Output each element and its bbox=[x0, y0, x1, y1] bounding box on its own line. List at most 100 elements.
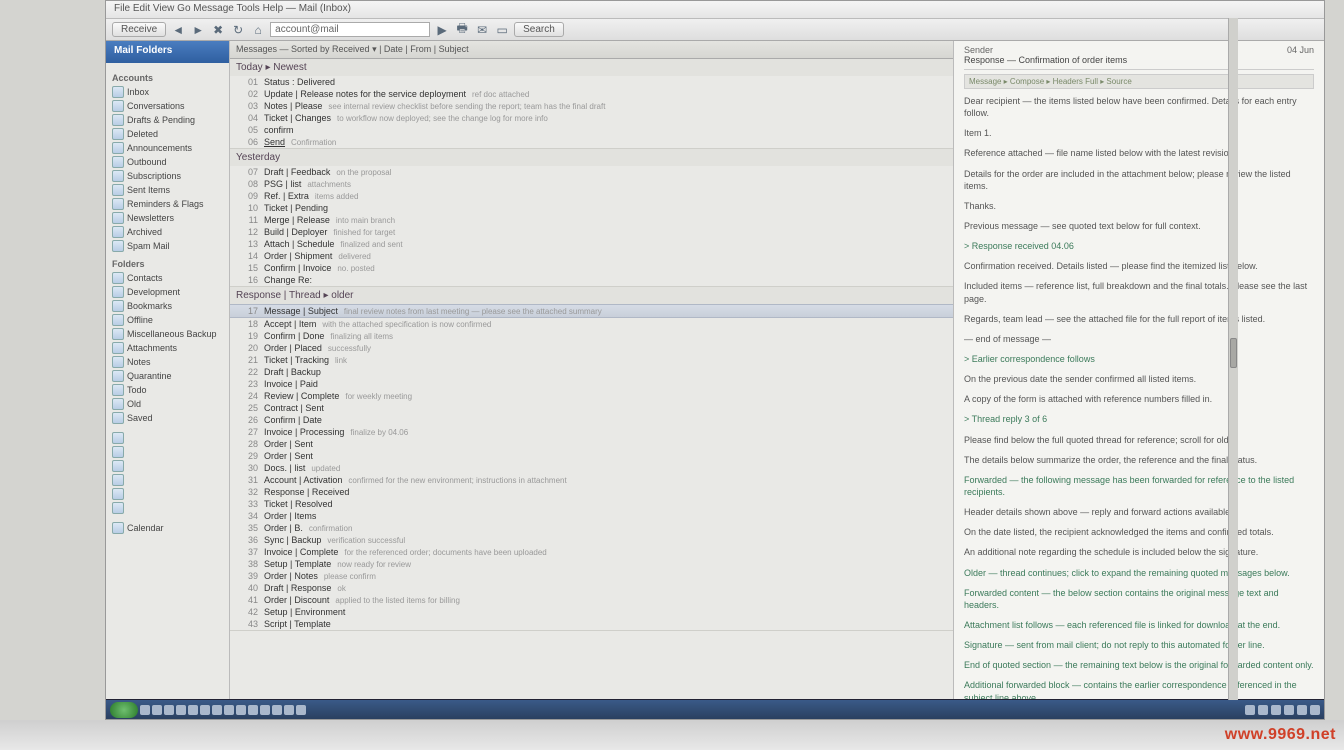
message-row[interactable]: 40Draft | Responseok bbox=[230, 582, 953, 594]
message-row[interactable]: 12Build | Deployerfinished for target bbox=[230, 226, 953, 238]
message-row[interactable]: 09Ref. | Extraitems added bbox=[230, 190, 953, 202]
sidebar-item[interactable] bbox=[106, 501, 229, 515]
message-row[interactable]: 14Order | Shipmentdelivered bbox=[230, 250, 953, 262]
sidebar-item[interactable]: Todo bbox=[106, 383, 229, 397]
taskbar-item[interactable] bbox=[284, 705, 294, 715]
taskbar-item[interactable] bbox=[248, 705, 258, 715]
list-group-header[interactable]: Today ▸ Newest bbox=[230, 59, 953, 76]
mail-icon[interactable]: ✉ bbox=[474, 22, 490, 38]
message-row[interactable]: 30Docs. | listupdated bbox=[230, 462, 953, 474]
home-icon[interactable]: ⌂ bbox=[250, 22, 266, 38]
sidebar-item[interactable]: Quarantine bbox=[106, 369, 229, 383]
message-row[interactable]: 13Attach | Schedulefinalized and sent bbox=[230, 238, 953, 250]
sidebar-item[interactable]: Notes bbox=[106, 355, 229, 369]
message-row[interactable]: 02Update | Release notes for the service… bbox=[230, 88, 953, 100]
taskbar-item[interactable] bbox=[188, 705, 198, 715]
taskbar[interactable] bbox=[106, 699, 1324, 719]
sidebar-item[interactable]: Miscellaneous Backup bbox=[106, 327, 229, 341]
message-row[interactable]: 06SendConfirmation bbox=[230, 136, 953, 148]
tray-icon[interactable] bbox=[1245, 705, 1255, 715]
message-row[interactable]: 29Order | Sent bbox=[230, 450, 953, 462]
taskbar-item[interactable] bbox=[296, 705, 306, 715]
sidebar-item[interactable]: Archived bbox=[106, 225, 229, 239]
tray-icon[interactable] bbox=[1310, 705, 1320, 715]
taskbar-item[interactable] bbox=[272, 705, 282, 715]
message-row[interactable]: 18Accept | Itemwith the attached specifi… bbox=[230, 318, 953, 330]
message-row[interactable]: 07Draft | Feedbackon the proposal bbox=[230, 166, 953, 178]
taskbar-item[interactable] bbox=[224, 705, 234, 715]
sidebar-item[interactable] bbox=[106, 473, 229, 487]
sidebar-item[interactable] bbox=[106, 459, 229, 473]
sidebar-item[interactable]: Newsletters bbox=[106, 211, 229, 225]
list-group-header[interactable]: Yesterday bbox=[230, 149, 953, 166]
stop-icon[interactable]: ✖ bbox=[210, 22, 226, 38]
card-icon[interactable]: ▭ bbox=[494, 22, 510, 38]
message-row[interactable]: 20Order | Placedsuccessfully bbox=[230, 342, 953, 354]
sidebar-item[interactable] bbox=[106, 445, 229, 459]
taskbar-item[interactable] bbox=[260, 705, 270, 715]
sidebar-item[interactable]: Drafts & Pending bbox=[106, 113, 229, 127]
message-row[interactable]: 43Script | Template bbox=[230, 618, 953, 630]
receive-button[interactable]: Receive bbox=[112, 22, 166, 37]
taskbar-item[interactable] bbox=[200, 705, 210, 715]
go-icon[interactable]: ▶ bbox=[434, 22, 450, 38]
message-row[interactable]: 34Order | Items bbox=[230, 510, 953, 522]
sidebar-item[interactable]: Offline bbox=[106, 313, 229, 327]
reload-icon[interactable]: ↻ bbox=[230, 22, 246, 38]
sidebar-item[interactable]: Reminders & Flags bbox=[106, 197, 229, 211]
sidebar-item[interactable]: Sent Items bbox=[106, 183, 229, 197]
sidebar-item[interactable]: Attachments bbox=[106, 341, 229, 355]
message-row[interactable]: 27Invoice | Processingfinalize by 04.06 bbox=[230, 426, 953, 438]
menu-bar[interactable]: File Edit View Go Message Tools Help — M… bbox=[106, 1, 1324, 19]
sidebar-item[interactable]: Old bbox=[106, 397, 229, 411]
sidebar-item[interactable]: Outbound bbox=[106, 155, 229, 169]
message-row[interactable]: 36Sync | Backupverification successful bbox=[230, 534, 953, 546]
list-group-header[interactable]: Response | Thread ▸ older bbox=[230, 287, 953, 304]
message-row[interactable]: 31Account | Activationconfirmed for the … bbox=[230, 474, 953, 486]
message-row[interactable]: 17Message | Subjectfinal review notes fr… bbox=[230, 304, 953, 318]
message-row[interactable]: 26Confirm | Date bbox=[230, 414, 953, 426]
sidebar-item[interactable] bbox=[106, 431, 229, 445]
sidebar-item[interactable]: Bookmarks bbox=[106, 299, 229, 313]
message-row[interactable]: 19Confirm | Donefinalizing all items bbox=[230, 330, 953, 342]
search-button[interactable]: Search bbox=[514, 22, 564, 37]
sidebar-item[interactable]: Saved bbox=[106, 411, 229, 425]
message-row[interactable]: 23Invoice | Paid bbox=[230, 378, 953, 390]
tray-icon[interactable] bbox=[1297, 705, 1307, 715]
message-row[interactable]: 35Order | B.confirmation bbox=[230, 522, 953, 534]
message-row[interactable]: 01Status : Delivered bbox=[230, 76, 953, 88]
message-row[interactable]: 25Contract | Sent bbox=[230, 402, 953, 414]
message-row[interactable]: 21Ticket | Trackinglink bbox=[230, 354, 953, 366]
sidebar-item[interactable]: Spam Mail bbox=[106, 239, 229, 253]
sidebar-item[interactable]: Inbox bbox=[106, 85, 229, 99]
address-field[interactable]: account@mail bbox=[270, 22, 430, 37]
scrollbar-thumb[interactable] bbox=[1230, 338, 1237, 368]
sidebar-item[interactable]: Announcements bbox=[106, 141, 229, 155]
sidebar-item[interactable]: Calendar bbox=[106, 521, 229, 535]
message-row[interactable]: 39Order | Notesplease confirm bbox=[230, 570, 953, 582]
message-row[interactable]: 11Merge | Releaseinto main branch bbox=[230, 214, 953, 226]
message-row[interactable]: 38Setup | Templatenow ready for review bbox=[230, 558, 953, 570]
tray-icon[interactable] bbox=[1284, 705, 1294, 715]
message-row[interactable]: 24Review | Completefor weekly meeting bbox=[230, 390, 953, 402]
sidebar-item[interactable]: Subscriptions bbox=[106, 169, 229, 183]
tray-icon[interactable] bbox=[1271, 705, 1281, 715]
message-row[interactable]: 03Notes | Pleasesee internal review chec… bbox=[230, 100, 953, 112]
taskbar-item[interactable] bbox=[152, 705, 162, 715]
back-icon[interactable]: ◄ bbox=[170, 22, 186, 38]
sidebar-item[interactable]: Conversations bbox=[106, 99, 229, 113]
taskbar-item[interactable] bbox=[176, 705, 186, 715]
list-column-header[interactable]: Messages — Sorted by Received ▾ | Date |… bbox=[230, 41, 953, 59]
forward-icon[interactable]: ► bbox=[190, 22, 206, 38]
taskbar-item[interactable] bbox=[164, 705, 174, 715]
message-row[interactable]: 42Setup | Environment bbox=[230, 606, 953, 618]
print-icon[interactable]: 🖶 bbox=[454, 22, 470, 38]
sidebar-item[interactable] bbox=[106, 487, 229, 501]
message-row[interactable]: 04Ticket | Changesto workflow now deploy… bbox=[230, 112, 953, 124]
taskbar-item[interactable] bbox=[212, 705, 222, 715]
message-row[interactable]: 33Ticket | Resolved bbox=[230, 498, 953, 510]
message-row[interactable]: 16Change Re: bbox=[230, 274, 953, 286]
message-row[interactable]: 08PSG | listattachments bbox=[230, 178, 953, 190]
start-button[interactable] bbox=[110, 702, 138, 718]
message-row[interactable]: 32Response | Received bbox=[230, 486, 953, 498]
